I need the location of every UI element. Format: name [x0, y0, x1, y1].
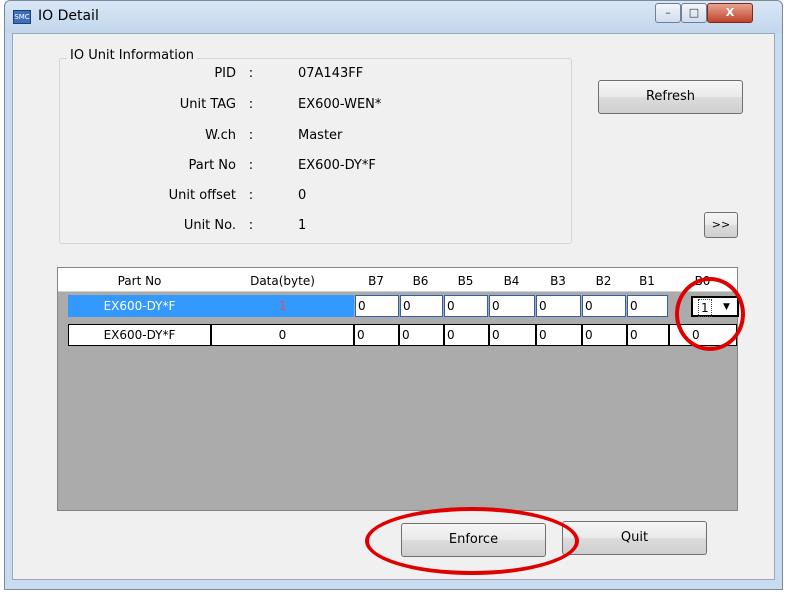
unit-no-value: 1	[298, 218, 307, 233]
row2-b5[interactable]: 0	[444, 324, 489, 346]
app-icon: SMC	[13, 10, 31, 24]
unit-tag-colon: :	[248, 97, 254, 112]
part-no-value: EX600-DY*F	[298, 158, 376, 173]
unit-tag-label: Unit TAG	[179, 97, 236, 112]
unit-no-colon: :	[248, 218, 254, 233]
wch-colon: :	[248, 128, 254, 143]
header-b2[interactable]: B2	[581, 268, 626, 291]
highlight-ring-enforce	[365, 507, 579, 575]
group-title: IO Unit Information	[67, 48, 198, 63]
row2-part-no[interactable]: EX600-DY*F	[68, 324, 211, 346]
highlight-ring-b0	[675, 277, 745, 351]
header-b3[interactable]: B3	[535, 268, 581, 291]
refresh-button[interactable]: Refresh	[598, 80, 743, 114]
minimize-button[interactable]: –	[655, 3, 681, 23]
row1-b1[interactable]: 0	[627, 295, 668, 317]
row1-b7[interactable]: 0	[355, 295, 399, 317]
row1-b3[interactable]: 0	[536, 295, 581, 317]
unit-offset-label: Unit offset	[168, 188, 236, 203]
unit-offset-value: 0	[298, 188, 307, 203]
part-no-colon: :	[248, 158, 254, 173]
header-data-byte[interactable]: Data(byte)	[211, 268, 354, 291]
table-row[interactable]: EX600-DY*F 1 0 0 0 0 0 0 0 1 ▼	[58, 295, 739, 317]
table-row[interactable]: EX600-DY*F 0 0 0 0 0 0 0 0 0	[58, 324, 737, 346]
row2-b1[interactable]: 0	[627, 324, 669, 346]
row2-b4[interactable]: 0	[489, 324, 536, 346]
row1-b5[interactable]: 0	[444, 295, 488, 317]
row2-b3[interactable]: 0	[536, 324, 582, 346]
pid-colon: :	[248, 66, 254, 81]
unit-offset-colon: :	[248, 188, 254, 203]
part-no-label: Part No	[188, 158, 236, 173]
close-button[interactable]: X	[707, 3, 753, 23]
row2-b2[interactable]: 0	[582, 324, 627, 346]
row1-b2[interactable]: 0	[582, 295, 626, 317]
row1-b6[interactable]: 0	[400, 295, 443, 317]
wch-value: Master	[298, 128, 343, 143]
grid-header: Part No Data(byte) B7 B6 B5 B4 B3 B2 B1 …	[58, 268, 737, 292]
io-unit-info-group	[59, 58, 572, 244]
wch-label: W.ch	[205, 128, 236, 143]
header-b7[interactable]: B7	[354, 268, 398, 291]
unit-no-label: Unit No.	[183, 218, 236, 233]
header-b4[interactable]: B4	[488, 268, 535, 291]
expand-button[interactable]: >>	[704, 212, 738, 238]
row2-b6[interactable]: 0	[399, 324, 444, 346]
row1-b4[interactable]: 0	[489, 295, 535, 317]
quit-button[interactable]: Quit	[562, 521, 707, 555]
row2-data-byte[interactable]: 0	[211, 324, 354, 346]
pid-value: 07A143FF	[298, 66, 364, 81]
header-b1[interactable]: B1	[626, 268, 668, 291]
maximize-button[interactable]: □	[681, 3, 707, 23]
pid-label: PID	[214, 66, 236, 81]
header-b6[interactable]: B6	[398, 268, 443, 291]
header-part-no[interactable]: Part No	[68, 268, 211, 291]
row1-data-byte[interactable]: 1	[211, 295, 354, 317]
unit-tag-value: EX600-WEN*	[298, 97, 382, 112]
window-title: IO Detail	[38, 8, 99, 24]
row2-b7[interactable]: 0	[354, 324, 399, 346]
header-b5[interactable]: B5	[443, 268, 488, 291]
row1-part-no[interactable]: EX600-DY*F	[68, 295, 211, 317]
